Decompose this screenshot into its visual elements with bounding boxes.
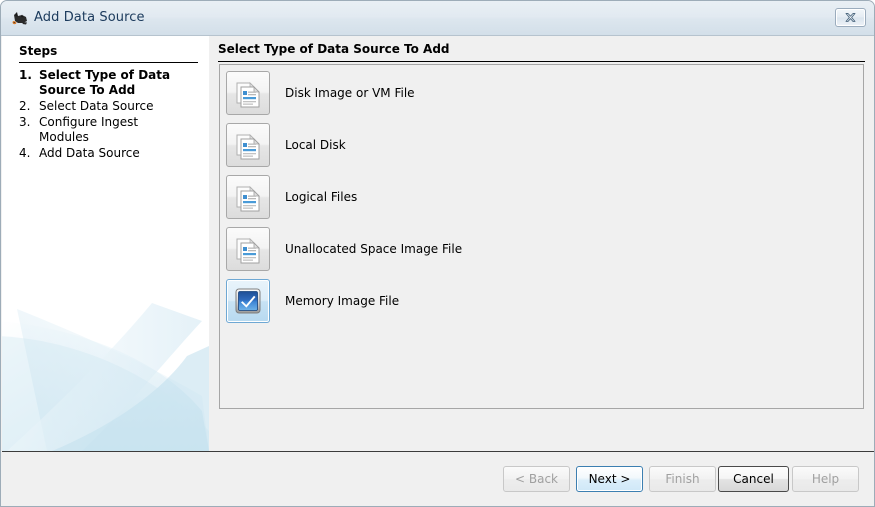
back-button[interactable]: < Back: [503, 466, 570, 492]
source-type-label: Disk Image or VM File: [285, 86, 415, 100]
step-label: Add Data Source: [39, 146, 140, 160]
page-title: Select Type of Data Source To Add: [218, 42, 450, 56]
blue-checkbox-icon[interactable]: [226, 279, 270, 323]
source-type-memory-image-file[interactable]: Memory Image File: [226, 279, 858, 323]
source-type-label: Local Disk: [285, 138, 346, 152]
window-title: Add Data Source: [34, 10, 145, 25]
step-number: 4.: [19, 146, 31, 160]
step-item-2: 2. Select Data Source: [19, 99, 204, 114]
step-label: Select Data Source: [39, 99, 154, 113]
decorative-swoosh-graphic: [2, 303, 209, 451]
document-stack-icon[interactable]: [226, 71, 270, 115]
next-button[interactable]: Next >: [576, 466, 643, 492]
document-stack-icon[interactable]: [226, 123, 270, 167]
cancel-button[interactable]: Cancel: [718, 466, 789, 492]
source-type-unallocated-space-image-file[interactable]: Unallocated Space Image File: [226, 227, 858, 271]
steps-list: 1. Select Type of Data Source To Add 2. …: [19, 68, 204, 162]
autopsy-logo-icon: [10, 9, 30, 29]
source-type-local-disk[interactable]: Local Disk: [226, 123, 858, 167]
button-bar: < Back Next > Finish Cancel Help: [2, 452, 874, 506]
steps-divider: [19, 62, 198, 63]
close-icon[interactable]: [835, 8, 866, 27]
steps-panel: Steps 1. Select Type of Data Source To A…: [2, 36, 209, 451]
finish-button[interactable]: Finish: [649, 466, 716, 492]
add-data-source-window: Add Data Source Steps 1. Select Type of …: [0, 0, 875, 507]
source-type-label: Memory Image File: [285, 294, 400, 308]
content-panel: Select Type of Data Source To Add Disk I…: [209, 36, 874, 451]
step-item-3: 3. Configure Ingest Modules: [19, 115, 204, 145]
step-label: Configure Ingest Modules: [39, 115, 139, 144]
step-item-1: 1. Select Type of Data Source To Add: [19, 68, 204, 98]
step-number: 3.: [19, 115, 31, 129]
data-source-type-list: Disk Image or VM File Local Disk Logical…: [219, 64, 864, 409]
step-label: Select Type of Data Source To Add: [39, 68, 171, 97]
document-stack-icon[interactable]: [226, 227, 270, 271]
title-bar: Add Data Source: [1, 1, 874, 36]
source-type-label: Unallocated Space Image File: [285, 242, 463, 256]
help-button[interactable]: Help: [792, 466, 859, 492]
source-type-disk-image-or-vm-file[interactable]: Disk Image or VM File: [226, 71, 858, 115]
step-number: 1.: [19, 68, 32, 82]
step-number: 2.: [19, 99, 31, 113]
source-type-logical-files[interactable]: Logical Files: [226, 175, 858, 219]
source-type-label: Logical Files: [285, 190, 358, 204]
steps-heading: Steps: [19, 44, 58, 58]
page-title-divider: [218, 61, 865, 62]
document-stack-icon[interactable]: [226, 175, 270, 219]
step-item-4: 4. Add Data Source: [19, 146, 204, 161]
